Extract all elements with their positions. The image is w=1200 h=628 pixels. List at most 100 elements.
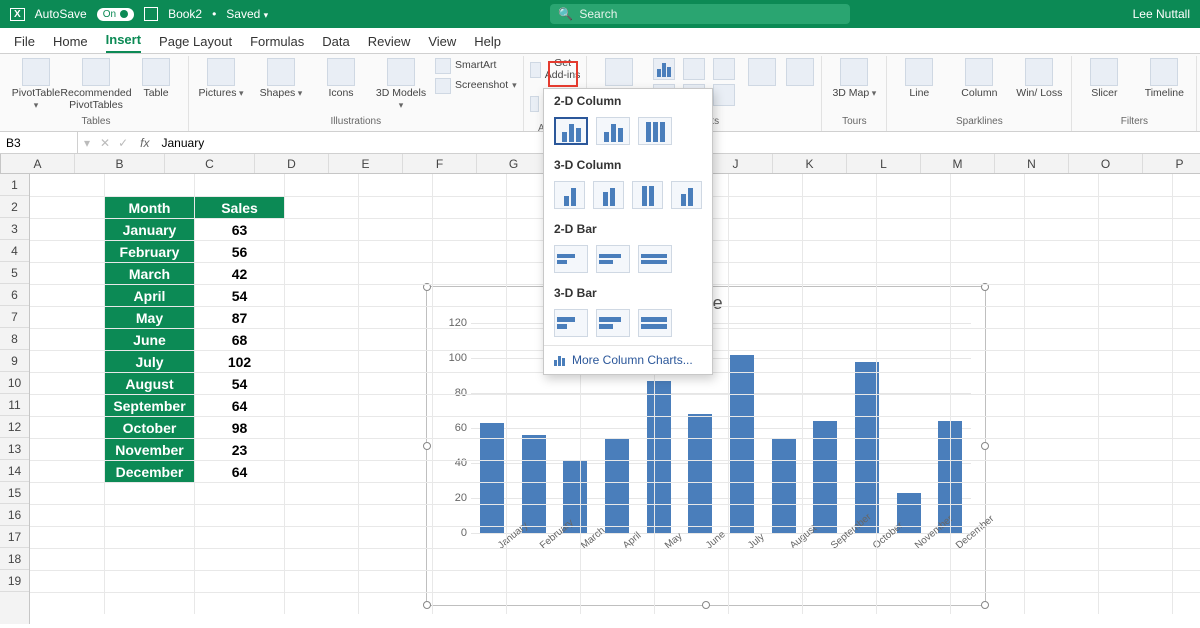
tab-page-layout[interactable]: Page Layout (159, 34, 232, 53)
100-stacked-bar-option[interactable] (638, 245, 672, 273)
resize-handle[interactable] (423, 601, 431, 609)
row-header-7[interactable]: 7 (0, 306, 29, 328)
tab-view[interactable]: View (428, 34, 456, 53)
recommended-pivottables-button[interactable]: Recommended PivotTables (70, 58, 122, 111)
tab-review[interactable]: Review (368, 34, 411, 53)
3d-column-option[interactable] (671, 181, 702, 209)
resize-handle[interactable] (981, 442, 989, 450)
sparkline-line-button[interactable]: Line (893, 58, 945, 100)
100-stacked-column-option[interactable] (638, 117, 672, 145)
chart-bar[interactable] (522, 435, 546, 533)
pivottable-button[interactable]: PivotTable (10, 58, 62, 111)
col-header-F[interactable]: F (403, 154, 477, 173)
tab-data[interactable]: Data (322, 34, 349, 53)
maps-button[interactable] (747, 58, 777, 86)
insert-combo-chart-button[interactable] (713, 84, 735, 106)
fx-icon[interactable]: fx (132, 136, 157, 150)
autosave-toggle[interactable]: On (97, 8, 134, 21)
3d-map-button[interactable]: 3D Map (828, 58, 880, 100)
3d-models-button[interactable]: 3D Models (375, 58, 427, 111)
chart-bar[interactable] (772, 439, 796, 534)
table-button[interactable]: Table (130, 58, 182, 100)
row-header-17[interactable]: 17 (0, 526, 29, 548)
col-header-E[interactable]: E (329, 154, 403, 173)
row-header-6[interactable]: 6 (0, 284, 29, 306)
chart-bar[interactable] (605, 439, 629, 534)
cancel-icon[interactable]: ✕ (96, 136, 114, 150)
table-header-sales: Sales (195, 197, 285, 219)
3d-100-stacked-column-option[interactable] (632, 181, 663, 209)
row-header-18[interactable]: 18 (0, 548, 29, 570)
col-header-M[interactable]: M (921, 154, 995, 173)
tab-help[interactable]: Help (474, 34, 501, 53)
3d-clustered-column-option[interactable] (554, 181, 585, 209)
row-header-5[interactable]: 5 (0, 262, 29, 284)
row-header-1[interactable]: 1 (0, 174, 29, 196)
smartart-button[interactable]: SmartArt (435, 58, 517, 74)
stacked-column-option[interactable] (596, 117, 630, 145)
user-name[interactable]: Lee Nuttall (1133, 7, 1190, 21)
col-header-O[interactable]: O (1069, 154, 1143, 173)
stacked-bar-option[interactable] (596, 245, 630, 273)
tab-file[interactable]: File (14, 34, 35, 53)
3d-stacked-column-option[interactable] (593, 181, 624, 209)
sparkline-column-button[interactable]: Column (953, 58, 1005, 100)
timeline-button[interactable]: Timeline (1138, 58, 1190, 100)
clustered-bar-option[interactable] (554, 245, 588, 273)
col-header-N[interactable]: N (995, 154, 1069, 173)
chart-bar[interactable] (647, 381, 671, 533)
chart-bar[interactable] (730, 355, 754, 534)
col-header-D[interactable]: D (255, 154, 329, 173)
col-header-L[interactable]: L (847, 154, 921, 173)
row-header-12[interactable]: 12 (0, 416, 29, 438)
row-header-14[interactable]: 14 (0, 460, 29, 482)
row-header-16[interactable]: 16 (0, 504, 29, 526)
clustered-column-option[interactable] (554, 117, 588, 145)
resize-handle[interactable] (981, 601, 989, 609)
row-header-10[interactable]: 10 (0, 372, 29, 394)
insert-line-chart-button[interactable] (683, 58, 705, 80)
chart-bar[interactable] (480, 423, 504, 533)
search-input[interactable]: 🔍 Search (550, 4, 850, 24)
row-header-3[interactable]: 3 (0, 218, 29, 240)
sparkline-winloss-button[interactable]: Win/ Loss (1013, 58, 1065, 100)
col-header-A[interactable]: A (1, 154, 75, 173)
icons-button[interactable]: Icons (315, 58, 367, 100)
resize-handle[interactable] (423, 442, 431, 450)
row-header-2[interactable]: 2 (0, 196, 29, 218)
row-header-15[interactable]: 15 (0, 482, 29, 504)
screenshot-button[interactable]: Screenshot (435, 78, 517, 94)
col-header-K[interactable]: K (773, 154, 847, 173)
tab-formulas[interactable]: Formulas (250, 34, 304, 53)
pictures-button[interactable]: Pictures (195, 58, 247, 100)
col-header-B[interactable]: B (75, 154, 165, 173)
excel-logo-icon: X (10, 8, 25, 21)
pivotchart-button[interactable] (785, 58, 815, 86)
row-header-11[interactable]: 11 (0, 394, 29, 416)
tab-home[interactable]: Home (53, 34, 88, 53)
smartart-icon (435, 58, 451, 74)
shapes-button[interactable]: Shapes (255, 58, 307, 100)
col-header-P[interactable]: P (1143, 154, 1200, 173)
row-header-13[interactable]: 13 (0, 438, 29, 460)
tab-insert[interactable]: Insert (106, 32, 141, 53)
3d-stacked-bar-option[interactable] (596, 309, 630, 337)
col-header-C[interactable]: C (165, 154, 255, 173)
chart-bar[interactable] (688, 414, 712, 533)
pivottable-icon (22, 58, 50, 86)
3d-100-stacked-bar-option[interactable] (638, 309, 672, 337)
row-header-4[interactable]: 4 (0, 240, 29, 262)
save-icon[interactable] (144, 7, 158, 21)
more-column-charts-button[interactable]: More Column Charts... (544, 345, 712, 374)
enter-icon[interactable]: ✓ (114, 136, 132, 150)
3d-clustered-bar-option[interactable] (554, 309, 588, 337)
col-header-G[interactable]: G (477, 154, 551, 173)
row-header-9[interactable]: 9 (0, 350, 29, 372)
row-header-8[interactable]: 8 (0, 328, 29, 350)
insert-pie-chart-button[interactable] (713, 58, 735, 80)
insert-column-chart-button[interactable] (653, 58, 675, 80)
row-header-19[interactable]: 19 (0, 570, 29, 592)
resize-handle[interactable] (702, 601, 710, 609)
name-box[interactable]: B3 (0, 132, 78, 153)
slicer-button[interactable]: Slicer (1078, 58, 1130, 100)
